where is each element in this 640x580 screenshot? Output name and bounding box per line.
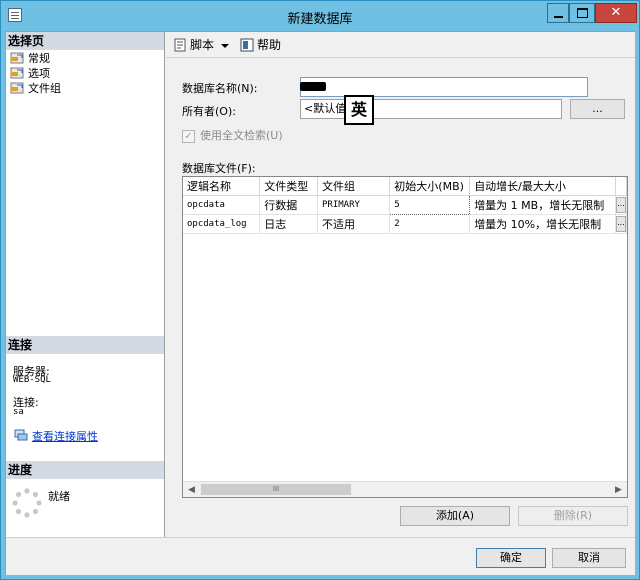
fulltext-checkbox-row: ✓ 使用全文检索(U)	[182, 129, 283, 145]
database-files-label: 数据库文件(F):	[182, 162, 256, 175]
script-icon	[173, 38, 187, 56]
cell-initial-size[interactable]: 2	[389, 214, 471, 234]
view-connection-properties-link[interactable]: 查看连接属性	[14, 428, 98, 444]
minimize-icon	[554, 16, 563, 18]
title-bar: 新建数据库 ✕	[1, 1, 639, 31]
select-page-header: 选择页	[6, 32, 164, 50]
connection-properties-icon	[14, 429, 28, 444]
ok-button[interactable]: 确定	[476, 548, 546, 568]
script-dropdown-arrow-icon[interactable]	[221, 44, 229, 48]
maximize-icon	[577, 8, 588, 18]
cell-filegroup[interactable]: 不适用	[317, 214, 391, 234]
fulltext-label: 使用全文检索(U)	[200, 129, 283, 142]
add-file-button[interactable]: 添加(A)	[400, 506, 510, 526]
cell-autogrowth[interactable]: 增量为 10%，增长无限制	[469, 214, 616, 234]
help-button[interactable]: 帮助	[240, 37, 281, 53]
owner-input[interactable]: <默认值	[300, 99, 562, 119]
ime-indicator: 英	[344, 95, 374, 125]
cell-file-type[interactable]: 行数据	[259, 195, 318, 215]
minimize-button[interactable]	[547, 3, 569, 23]
cell-autogrowth[interactable]: 增量为 1 MB，增长无限制	[469, 195, 616, 215]
view-connection-properties-label: 查看连接属性	[32, 430, 98, 443]
database-name-label: 数据库名称(N):	[182, 82, 258, 95]
fulltext-checkbox[interactable]: ✓	[182, 130, 195, 143]
autogrowth-edit-button[interactable]: ...	[615, 197, 626, 213]
dialog-client-area: 选择页 常规 选项 文件组 连接 服务器: WEB-SQL 连接: sa 查看连…	[5, 31, 635, 575]
cell-logical-name[interactable]: opcdata	[183, 195, 261, 215]
autogrowth-edit-button[interactable]: ...	[615, 216, 626, 232]
help-label: 帮助	[257, 38, 282, 52]
owner-label: 所有者(O):	[182, 105, 236, 118]
left-panel: 选择页 常规 选项 文件组 连接 服务器: WEB-SQL 连接: sa 查看连…	[6, 32, 165, 537]
new-database-window: 新建数据库 ✕ 选择页 常规 选项 文件组 连接 服务器: WEB-SQL 连接…	[0, 0, 640, 580]
database-name-input[interactable]: data	[300, 77, 588, 97]
redaction-mark	[300, 82, 326, 91]
table-row[interactable]: opcdata 行数据 PRIMARY 5 增量为 1 MB，增长无限制 ...	[183, 195, 627, 215]
page-item-label: 选项	[28, 67, 50, 80]
table-row[interactable]: opcdata_log 日志 不适用 2 增量为 10%，增长无限制 ...	[183, 214, 627, 234]
connection-header: 连接	[6, 336, 164, 354]
dialog-footer: 确定 取消	[6, 537, 635, 575]
remove-file-button[interactable]: 删除(R)	[518, 506, 628, 526]
scroll-right-icon[interactable]: ▶	[610, 482, 627, 497]
scroll-thumb[interactable]: III	[201, 484, 351, 495]
database-files-grid[interactable]: 逻辑名称 文件类型 文件组 初始大小(MB) 自动增长/最大大小 opcdata…	[182, 176, 628, 498]
progress-status: 就绪	[48, 490, 70, 503]
page-item-filegroups[interactable]: 文件组	[10, 81, 61, 96]
cell-file-type[interactable]: 日志	[259, 214, 318, 234]
right-panel: 脚本 帮助 数据库名称(N): data 所有者(O): <默认值 ... 英 …	[166, 32, 635, 537]
column-header-logical-name[interactable]: 逻辑名称	[183, 177, 261, 196]
column-header-autogrowth[interactable]: 自动增长/最大大小	[469, 177, 616, 196]
cell-initial-size[interactable]: 5	[389, 195, 471, 215]
cell-logical-name[interactable]: opcdata_log	[183, 214, 261, 234]
page-icon	[10, 67, 24, 79]
page-item-label: 常规	[28, 52, 50, 65]
table-header-row: 逻辑名称 文件类型 文件组 初始大小(MB) 自动增长/最大大小	[183, 177, 627, 196]
column-header-filegroup[interactable]: 文件组	[317, 177, 391, 196]
column-header-initial-size[interactable]: 初始大小(MB)	[389, 177, 471, 196]
owner-browse-button[interactable]: ...	[570, 99, 625, 119]
close-button[interactable]: ✕	[595, 3, 637, 23]
server-value: WEB-SQL	[13, 375, 51, 385]
horizontal-scrollbar[interactable]: ◀ III ▶	[183, 481, 627, 497]
script-label: 脚本	[190, 38, 215, 52]
column-header-extra	[615, 177, 627, 196]
cell-filegroup[interactable]: PRIMARY	[317, 195, 391, 215]
progress-spinner-icon	[12, 488, 42, 518]
column-header-file-type[interactable]: 文件类型	[259, 177, 318, 196]
scroll-left-icon[interactable]: ◀	[183, 482, 200, 497]
connection-value: sa	[13, 407, 24, 417]
progress-header: 进度	[6, 461, 164, 479]
cancel-button[interactable]: 取消	[552, 548, 626, 568]
page-item-general[interactable]: 常规	[10, 51, 50, 66]
toolbar: 脚本 帮助	[166, 32, 635, 58]
script-button[interactable]: 脚本	[173, 37, 214, 53]
window-title: 新建数据库	[287, 12, 353, 27]
help-icon	[240, 38, 254, 56]
page-item-label: 文件组	[28, 82, 61, 95]
page-icon	[10, 52, 24, 64]
page-item-options[interactable]: 选项	[10, 66, 50, 81]
maximize-button[interactable]	[569, 3, 595, 23]
page-icon	[10, 82, 24, 94]
